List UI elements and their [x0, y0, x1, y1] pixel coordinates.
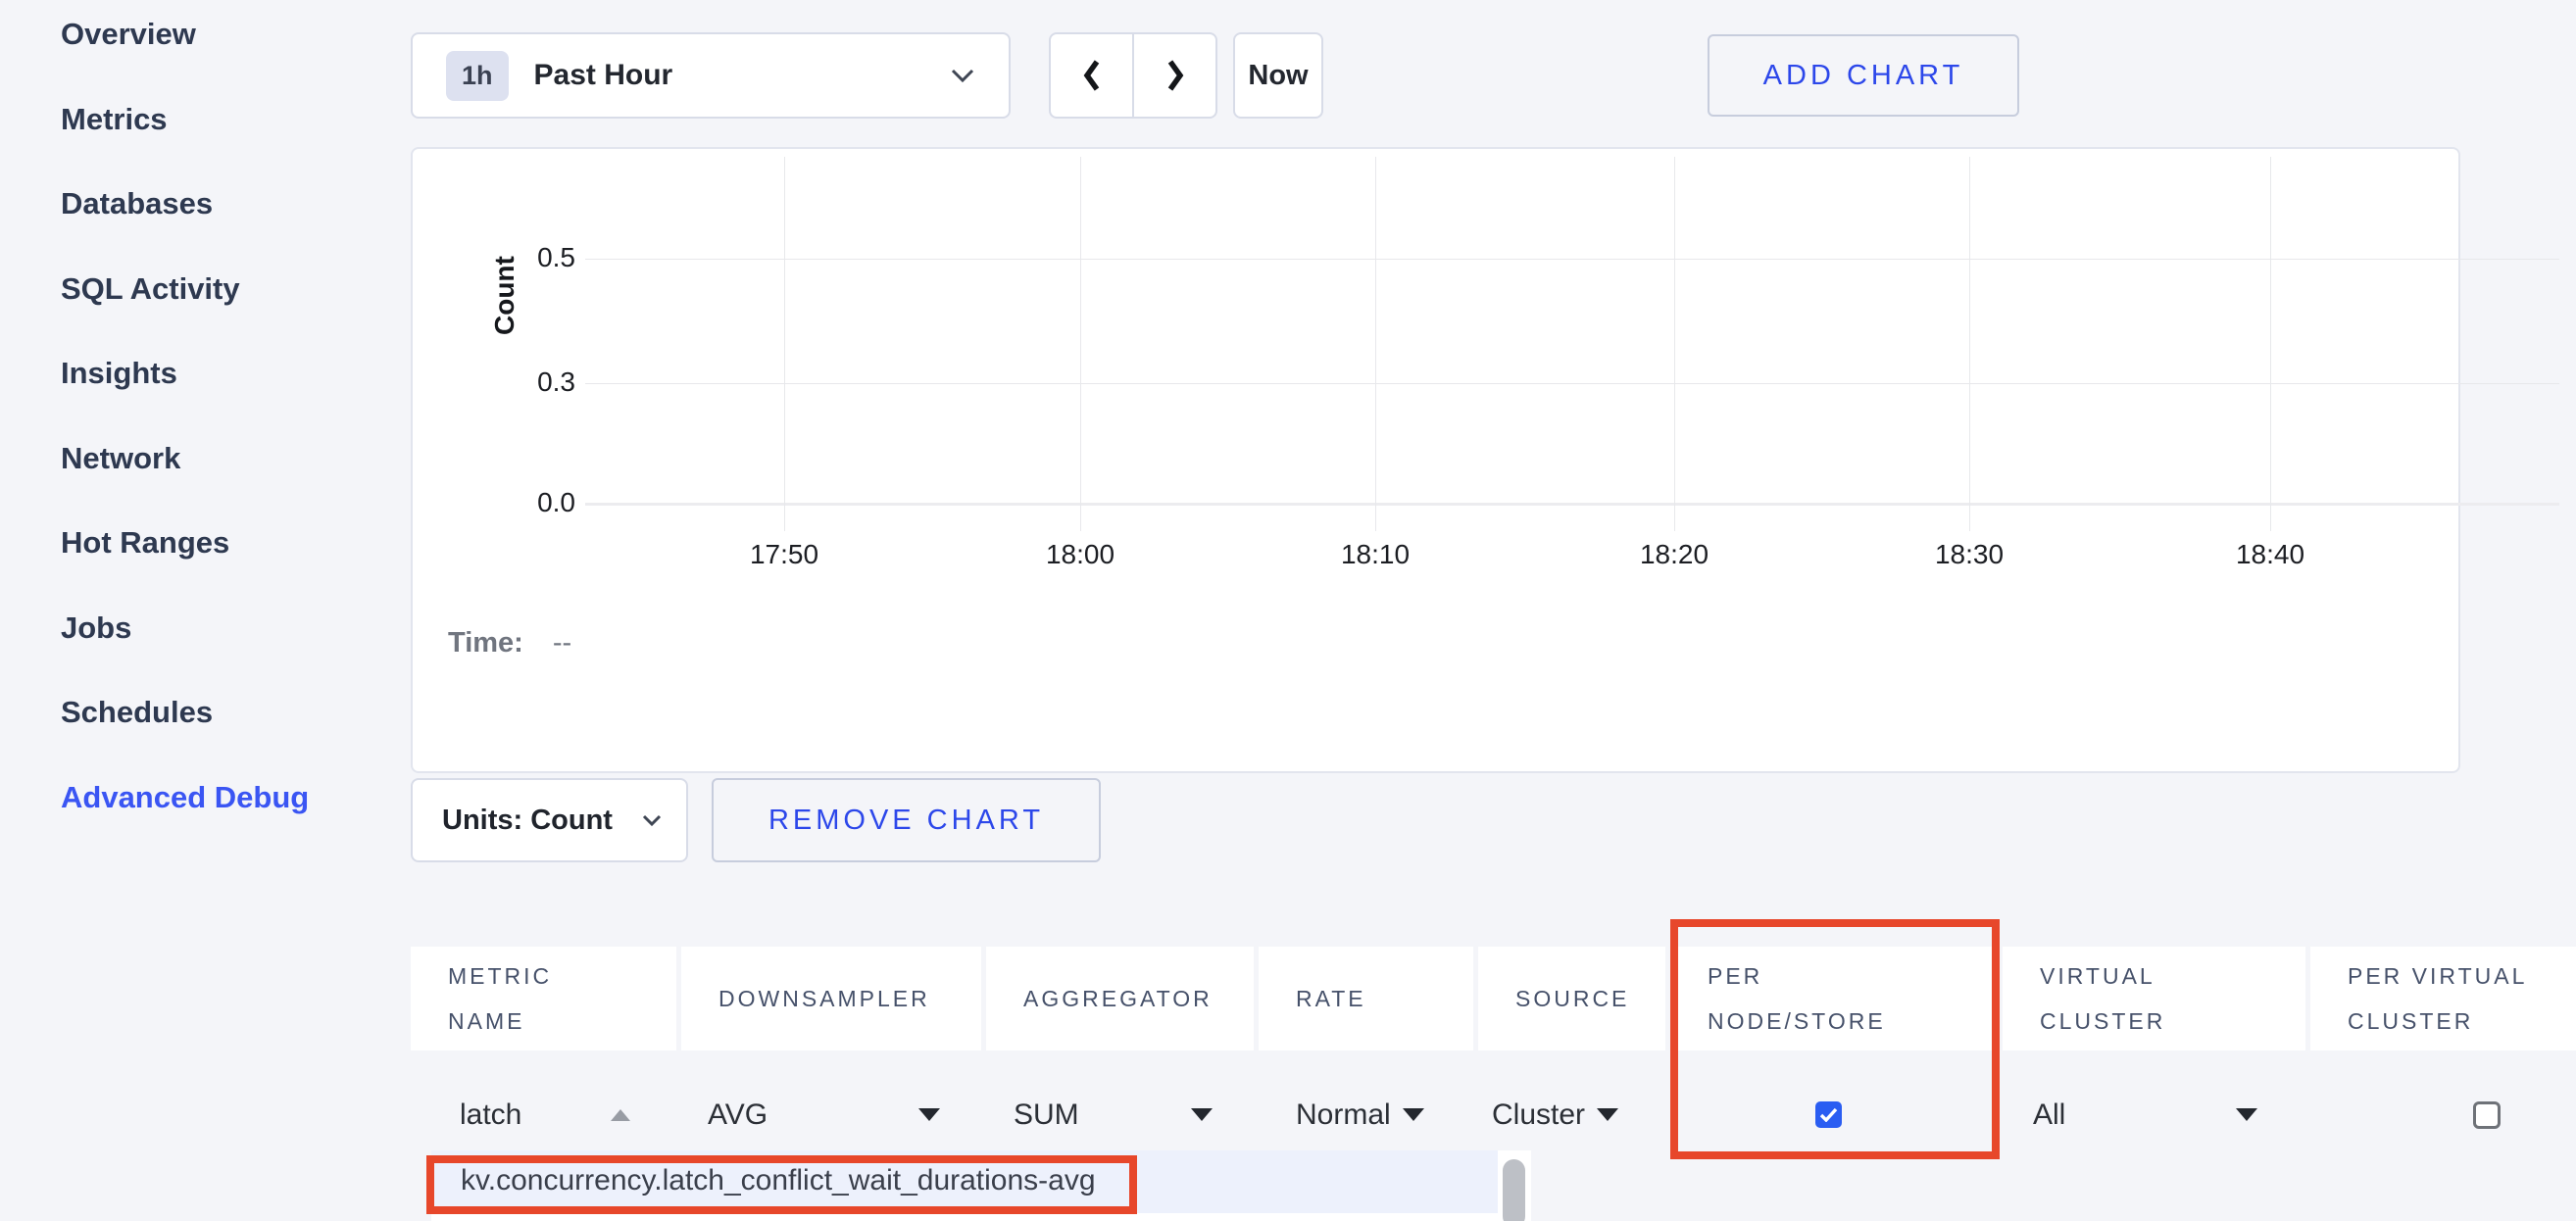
scrollbar-thumb[interactable] [1503, 1159, 1525, 1221]
x-tick: 18:00 [1021, 539, 1139, 570]
column-header-metric-name: METRIC NAME [411, 947, 676, 1050]
source-value: Cluster [1492, 1099, 1585, 1132]
x-tick: 18:10 [1316, 539, 1434, 570]
column-header-rate: RATE [1259, 947, 1473, 1050]
advanced-debug-custom-chart-page: Overview Metrics Databases SQL Activity … [0, 0, 2576, 1221]
gridline [585, 383, 2559, 384]
sidebar-item-sql-activity[interactable]: SQL Activity [61, 268, 240, 311]
column-header-per-virtual-cluster: PER VIRTUAL CLUSTER [2310, 947, 2576, 1050]
y-tick: 0.3 [458, 366, 575, 398]
gridline [1969, 157, 1970, 531]
units-label: Units: Count [442, 805, 613, 837]
rate-select[interactable]: Normal [1259, 1068, 1473, 1161]
gridline [1080, 157, 1081, 531]
column-header-aggregator: AGGREGATOR [986, 947, 1254, 1050]
column-header-per-node-store: PER NODE/STORE [1670, 947, 1998, 1050]
sidebar-item-jobs[interactable]: Jobs [61, 607, 131, 650]
caret-down-icon [1403, 1108, 1424, 1121]
chevron-left-icon [1078, 56, 1106, 95]
virtual-cluster-value: All [2033, 1099, 2065, 1132]
time-range-badge: 1h [446, 51, 509, 101]
chevron-down-icon [950, 68, 975, 83]
time-range-label: Past Hour [534, 59, 673, 92]
gridline-zero [585, 503, 2559, 506]
chevron-right-icon [1162, 56, 1189, 95]
column-header-source: SOURCE [1478, 947, 1665, 1050]
metric-suggestion-dropdown: kv.concurrency.latch_conflict_wait_durat… [431, 1150, 1498, 1221]
remove-chart-button[interactable]: REMOVE CHART [712, 778, 1101, 862]
dropdown-scrollbar[interactable] [1498, 1150, 1531, 1221]
next-suggestion-row [431, 1213, 1498, 1221]
time-nav-group [1049, 32, 1217, 119]
sidebar-item-overview[interactable]: Overview [61, 13, 196, 56]
y-tick: 0.0 [458, 487, 575, 518]
caret-up-icon[interactable] [611, 1109, 630, 1121]
sidebar-item-databases[interactable]: Databases [61, 182, 213, 225]
gridline [784, 157, 785, 531]
sidebar-item-schedules[interactable]: Schedules [61, 691, 213, 734]
downsampler-select[interactable]: AVG [681, 1068, 981, 1161]
units-select[interactable]: Units: Count [411, 778, 688, 862]
sidebar-item-metrics[interactable]: Metrics [61, 98, 168, 141]
per-node-store-cell [1670, 1068, 1998, 1161]
caret-down-icon [2236, 1108, 2257, 1121]
time-next-button[interactable] [1134, 34, 1215, 117]
sidebar-item-network[interactable]: Network [61, 437, 180, 480]
x-tick: 17:50 [725, 539, 843, 570]
check-icon [1819, 1107, 1838, 1122]
sidebar-item-advanced-debug[interactable]: Advanced Debug [61, 776, 309, 819]
downsampler-value: AVG [708, 1099, 768, 1132]
column-header-virtual-cluster: VIRTUAL CLUSTER [2003, 947, 2305, 1050]
aggregator-value: SUM [1014, 1099, 1079, 1132]
per-virtual-cluster-checkbox[interactable] [2473, 1101, 2501, 1129]
x-tick: 18:40 [2211, 539, 2329, 570]
caret-down-icon [1191, 1108, 1213, 1121]
column-header-downsampler: DOWNSAMPLER [681, 947, 981, 1050]
time-value: -- [553, 627, 571, 659]
source-select[interactable]: Cluster [1478, 1068, 1665, 1161]
virtual-cluster-select[interactable]: All [2003, 1068, 2305, 1161]
now-button[interactable]: Now [1233, 32, 1323, 119]
time-label: Time: [448, 627, 523, 659]
metric-name-input[interactable] [460, 1099, 607, 1132]
chevron-down-icon [641, 813, 663, 827]
aggregator-select[interactable]: SUM [986, 1068, 1254, 1161]
x-tick: 18:20 [1615, 539, 1733, 570]
gridline [1674, 157, 1675, 531]
gridline [2270, 157, 2271, 531]
metric-suggestion-item[interactable]: kv.concurrency.latch_conflict_wait_durat… [461, 1164, 1096, 1197]
sidebar: Overview Metrics Databases SQL Activity … [0, 0, 392, 1221]
caret-down-icon [918, 1108, 940, 1121]
x-tick: 18:30 [1910, 539, 2028, 570]
per-node-store-checkbox[interactable] [1815, 1101, 1842, 1128]
add-chart-button[interactable]: ADD CHART [1708, 34, 2019, 117]
caret-down-icon [1597, 1108, 1618, 1121]
sidebar-item-hot-ranges[interactable]: Hot Ranges [61, 521, 229, 564]
rate-value: Normal [1296, 1099, 1391, 1132]
table-row-metric-name-cell [411, 1068, 676, 1161]
time-range-select[interactable]: 1h Past Hour [411, 32, 1011, 119]
per-virtual-cluster-cell [2310, 1068, 2576, 1161]
time-prev-button[interactable] [1051, 34, 1134, 117]
gridline [1375, 157, 1376, 531]
chart-panel: Count 0.5 0.3 0.0 17:50 18:00 18:10 18:2… [411, 147, 2460, 773]
sidebar-item-insights[interactable]: Insights [61, 352, 177, 395]
gridline [585, 259, 2559, 260]
y-tick: 0.5 [458, 242, 575, 273]
hover-time-readout: Time: -- [448, 627, 571, 659]
